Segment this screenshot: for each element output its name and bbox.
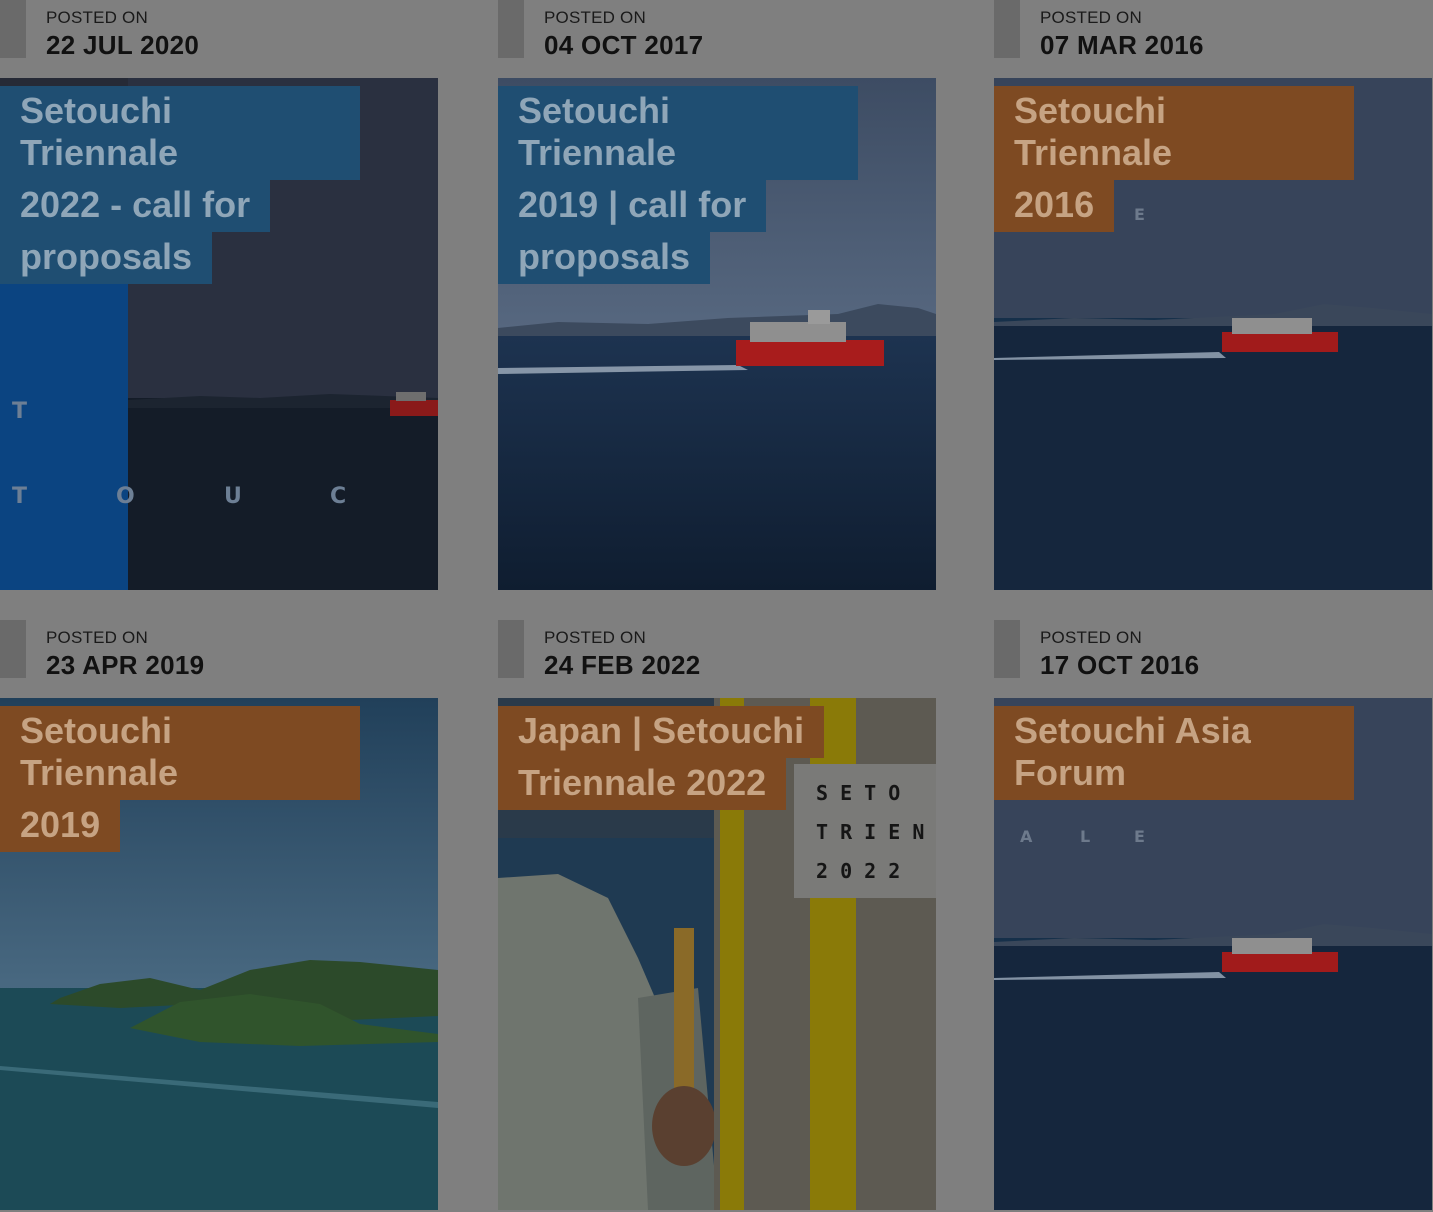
poster-letter: O bbox=[116, 484, 135, 509]
post-card[interactable]: POSTED ON 07 MAR 2016 I A L E Setouchi T… bbox=[994, 0, 1432, 590]
posted-on-label: POSTED ON bbox=[46, 628, 148, 647]
poster-letter: C bbox=[330, 484, 346, 509]
post-title-tag[interactable]: Setouchi Asia Forum bbox=[994, 706, 1354, 800]
post-title-line: 2022 - call for bbox=[0, 180, 271, 232]
post-title-line: proposals bbox=[498, 232, 711, 284]
meta-accent-bar bbox=[498, 620, 524, 678]
post-date: 17 OCT 2016 bbox=[1040, 650, 1200, 680]
posted-on-label: POSTED ON bbox=[544, 8, 646, 27]
post-title-line: Setouchi Triennale bbox=[994, 86, 1354, 180]
post-meta: POSTED ON 07 MAR 2016 bbox=[994, 0, 1432, 78]
post-title-line: Setouchi Asia Forum bbox=[994, 706, 1354, 800]
post-title-line: 2019 | call for bbox=[498, 180, 767, 232]
post-meta: POSTED ON 23 APR 2019 bbox=[0, 620, 438, 698]
post-title-line: proposals bbox=[0, 232, 213, 284]
post-card[interactable]: POSTED ON 24 FEB 2022 S E T O T R I E N … bbox=[498, 620, 936, 1210]
post-title-line: 2016 bbox=[994, 180, 1115, 232]
post-card[interactable]: POSTED ON 23 APR 2019 Setouchi Triennale bbox=[0, 620, 438, 1210]
post-thumbnail[interactable]: I A L E Setouchi Triennale 2016 bbox=[994, 78, 1432, 590]
poster-letter: L bbox=[1080, 827, 1090, 846]
post-date: 07 MAR 2016 bbox=[1040, 30, 1204, 60]
post-title-tag[interactable]: Setouchi Triennale 2019 | call for propo… bbox=[498, 86, 858, 284]
post-card[interactable]: POSTED ON 22 JUL 2020 T T O U C Setouchi… bbox=[0, 0, 438, 590]
post-title-tag[interactable]: Setouchi Triennale 2016 bbox=[994, 86, 1354, 232]
flag-text: T R I E N bbox=[816, 820, 924, 844]
poster-letter: A bbox=[1020, 827, 1033, 846]
poster-letter: E bbox=[1134, 827, 1145, 846]
post-date: 22 JUL 2020 bbox=[46, 30, 200, 60]
post-title-line: Japan | Setouchi bbox=[498, 706, 825, 758]
posted-on-label: POSTED ON bbox=[46, 8, 148, 27]
post-thumbnail[interactable]: T T O U C Setouchi Triennale 2022 - call… bbox=[0, 78, 438, 590]
post-thumbnail[interactable]: S E T O T R I E N 2 0 2 2 Japan | Setouc… bbox=[498, 698, 936, 1210]
post-title-tag[interactable]: Setouchi Triennale 2022 - call for propo… bbox=[0, 86, 360, 284]
meta-accent-bar bbox=[0, 0, 26, 58]
posted-on-label: POSTED ON bbox=[1040, 628, 1142, 647]
posted-on-label: POSTED ON bbox=[544, 628, 646, 647]
post-title-line: 2019 bbox=[0, 800, 121, 852]
poster-letter: T bbox=[12, 484, 27, 509]
post-meta: POSTED ON 22 JUL 2020 bbox=[0, 0, 438, 78]
post-title-line: Setouchi Triennale bbox=[0, 706, 360, 800]
post-date: 24 FEB 2022 bbox=[544, 650, 701, 680]
meta-accent-bar bbox=[994, 0, 1020, 58]
post-title-line: Setouchi Triennale bbox=[0, 86, 360, 180]
post-meta: POSTED ON 24 FEB 2022 bbox=[498, 620, 936, 698]
post-date: 23 APR 2019 bbox=[46, 650, 205, 680]
post-thumbnail[interactable]: Setouchi Triennale 2019 bbox=[0, 698, 438, 1210]
post-card[interactable]: POSTED ON 04 OCT 2017 Setouchi Triennale… bbox=[498, 0, 936, 590]
post-card[interactable]: POSTED ON 17 OCT 2016 C H I A L E Setouc… bbox=[994, 620, 1432, 1210]
meta-accent-bar bbox=[0, 620, 26, 678]
post-thumbnail[interactable]: Setouchi Triennale 2019 | call for propo… bbox=[498, 78, 936, 590]
meta-accent-bar bbox=[994, 620, 1020, 678]
post-title-tag[interactable]: Setouchi Triennale 2019 bbox=[0, 706, 360, 852]
post-title-line: Setouchi Triennale bbox=[498, 86, 858, 180]
posted-on-label: POSTED ON bbox=[1040, 8, 1142, 27]
post-title-line: Triennale 2022 bbox=[498, 758, 787, 810]
meta-accent-bar bbox=[498, 0, 524, 58]
flag-text: 2 0 2 2 bbox=[816, 859, 900, 883]
post-meta: POSTED ON 17 OCT 2016 bbox=[994, 620, 1432, 698]
poster-letter: U bbox=[224, 484, 242, 509]
post-meta: POSTED ON 04 OCT 2017 bbox=[498, 0, 936, 78]
post-date: 04 OCT 2017 bbox=[544, 30, 704, 60]
post-grid: POSTED ON 22 JUL 2020 T T O U C Setouchi… bbox=[0, 0, 1433, 1212]
post-title-tag[interactable]: Japan | Setouchi Triennale 2022 bbox=[498, 706, 858, 810]
post-thumbnail[interactable]: C H I A L E Setouchi Asia Forum bbox=[994, 698, 1432, 1210]
poster-letter: T bbox=[12, 399, 27, 424]
